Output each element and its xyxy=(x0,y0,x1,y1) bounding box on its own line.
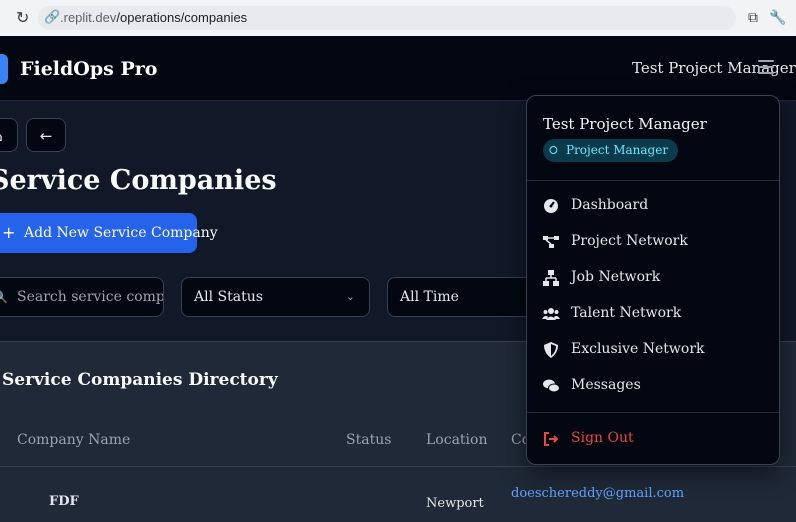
wrench-icon[interactable]: 🔧 xyxy=(769,9,787,27)
menu-divider xyxy=(527,180,779,181)
column-header-status[interactable]: Status xyxy=(346,432,391,448)
app-navbar: FieldOps Pro Test Project Manager xyxy=(0,36,796,101)
menu-label-dashboard: Dashboard xyxy=(571,197,649,213)
menu-item-job-network[interactable]: Job Network xyxy=(527,263,779,293)
dropdown-user-name: Test Project Manager xyxy=(543,115,707,133)
menu-divider xyxy=(527,412,779,413)
job-network-icon xyxy=(543,270,559,286)
hamburger-menu-icon[interactable] xyxy=(758,60,774,74)
email-link[interactable]: doeschereddy@gmail.com xyxy=(511,486,684,501)
reload-icon[interactable]: ↻ xyxy=(16,9,34,27)
time-filter-value: All Time xyxy=(400,289,459,305)
role-label: Project Manager xyxy=(566,143,669,157)
home-button[interactable]: ⌂ xyxy=(0,118,18,152)
sign-out-button[interactable]: Sign Out xyxy=(527,424,779,454)
link-icon: 🔗 xyxy=(44,10,61,25)
column-header-company[interactable]: Company Name xyxy=(17,432,130,448)
search-placeholder: Search service companies... xyxy=(17,289,164,305)
location-cell: Newport xyxy=(426,496,484,511)
url-path: /operations/companies xyxy=(116,10,248,25)
status-filter-select[interactable]: All Status ⌄ xyxy=(181,277,370,317)
plus-icon: + xyxy=(2,223,16,242)
url-domain: .replit.dev xyxy=(60,10,117,25)
chevron-down-icon: ⌄ xyxy=(345,290,355,303)
role-badge: ⭘ Project Manager xyxy=(543,139,679,162)
messages-icon xyxy=(543,379,560,393)
search-icon: 🔍 xyxy=(0,278,8,316)
status-filter-value: All Status xyxy=(194,289,263,305)
menu-item-project-network[interactable]: Project Network xyxy=(527,227,779,257)
menu-item-exclusive-network[interactable]: Exclusive Network xyxy=(527,335,779,365)
menu-label-exclusive-network: Exclusive Network xyxy=(571,341,705,357)
menu-label-messages: Messages xyxy=(571,377,641,393)
search-input[interactable]: 🔍 Search service companies... xyxy=(0,277,164,317)
directory-title: Service Companies Directory xyxy=(2,370,278,390)
page-title: Service Companies xyxy=(0,165,277,196)
brand-name[interactable]: FieldOps Pro xyxy=(20,58,157,80)
sign-out-label: Sign Out xyxy=(571,430,634,446)
menu-item-talent-network[interactable]: Talent Network xyxy=(527,299,779,329)
cast-icon[interactable]: ⧉ xyxy=(744,9,762,27)
logo xyxy=(0,54,8,84)
users-icon xyxy=(542,308,560,320)
back-button[interactable]: ← xyxy=(26,118,66,152)
arrow-left-icon: ← xyxy=(39,127,53,145)
column-header-location[interactable]: Location xyxy=(426,432,487,448)
user-dropdown-menu: Test Project Manager ⭘ Project Manager Da… xyxy=(526,95,780,465)
project-network-icon xyxy=(543,236,559,248)
menu-label-job-network: Job Network xyxy=(571,269,661,285)
network-icon: ⭘ xyxy=(549,144,558,157)
add-company-button[interactable]: + Add New Service Company xyxy=(0,213,218,253)
menu-item-dashboard[interactable]: Dashboard xyxy=(527,191,779,221)
table-divider xyxy=(0,466,796,467)
url-text: .replit.dev/operations/companies xyxy=(60,10,247,25)
dashboard-icon xyxy=(544,199,558,213)
menu-item-messages[interactable]: Messages xyxy=(527,371,779,401)
browser-toolbar: ↻ 🔗 .replit.dev/operations/companies ⧉ 🔧 xyxy=(0,0,796,37)
shield-icon xyxy=(544,342,558,358)
menu-label-project-network: Project Network xyxy=(571,233,688,249)
menu-label-talent-network: Talent Network xyxy=(571,305,682,321)
address-bar[interactable]: 🔗 .replit.dev/operations/companies xyxy=(38,6,736,30)
add-company-label: Add New Service Company xyxy=(24,225,218,241)
sign-out-icon xyxy=(544,432,559,446)
